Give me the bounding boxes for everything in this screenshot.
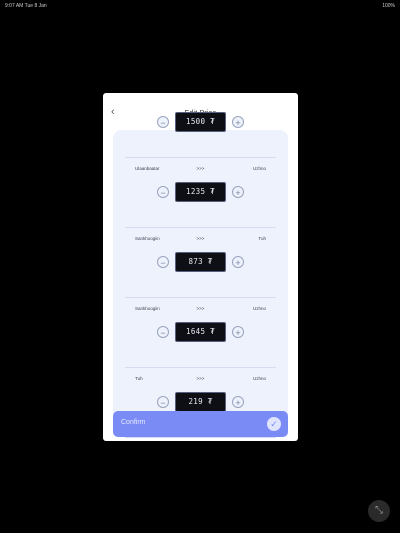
destination-label: Uzhno — [252, 306, 266, 311]
price-row: Ulaanbaatar >>> Uzhno − 1235 ₮ + — [113, 158, 288, 228]
price-display[interactable]: 873 ₮ — [175, 252, 226, 272]
check-circle-icon: ✓ — [267, 417, 281, 431]
plus-icon[interactable]: + — [232, 396, 244, 408]
confirm-button[interactable]: Confirm ✓ — [113, 411, 288, 437]
plus-icon[interactable]: + — [232, 256, 244, 268]
edit-price-modal: ‹ Edit Price − 1500 ₮ + Ulaanbaatar >>> … — [103, 93, 298, 441]
price-row: − 1500 ₮ + — [113, 93, 288, 158]
status-bar: 9:07 AM Tue 8 Jan 100% — [0, 0, 400, 12]
minus-icon[interactable]: − — [157, 326, 169, 338]
price-list: − 1500 ₮ + Ulaanbaatar >>> Uzhno − 1235 … — [113, 112, 288, 438]
minus-icon[interactable]: − — [157, 256, 169, 268]
minus-icon[interactable]: − — [157, 396, 169, 408]
price-display[interactable]: 219 ₮ — [175, 392, 226, 412]
minus-icon[interactable]: − — [157, 116, 169, 128]
price-row: Sankhoogiin >>> Tuh − 873 ₮ + — [113, 228, 288, 298]
plus-icon[interactable]: + — [232, 186, 244, 198]
destination-label: Uzhno — [252, 166, 266, 171]
destination-label: Uzhno — [252, 376, 266, 381]
minus-icon[interactable]: − — [157, 186, 169, 198]
confirm-label: Confirm — [121, 419, 146, 426]
status-battery: 100% — [382, 3, 395, 9]
destination-label: Tuh — [258, 236, 266, 241]
price-display[interactable]: 1235 ₮ — [175, 182, 226, 202]
expand-icon[interactable]: ⤡ — [368, 500, 390, 522]
plus-icon[interactable]: + — [232, 326, 244, 338]
divider — [125, 437, 276, 438]
status-time: 9:07 AM Tue 8 Jan — [5, 3, 47, 9]
price-display[interactable]: 1645 ₮ — [175, 322, 226, 342]
price-display[interactable]: 1500 ₮ — [175, 112, 226, 132]
plus-icon[interactable]: + — [232, 116, 244, 128]
price-row: Sankhoogiin >>> Uzhno − 1645 ₮ + — [113, 298, 288, 368]
